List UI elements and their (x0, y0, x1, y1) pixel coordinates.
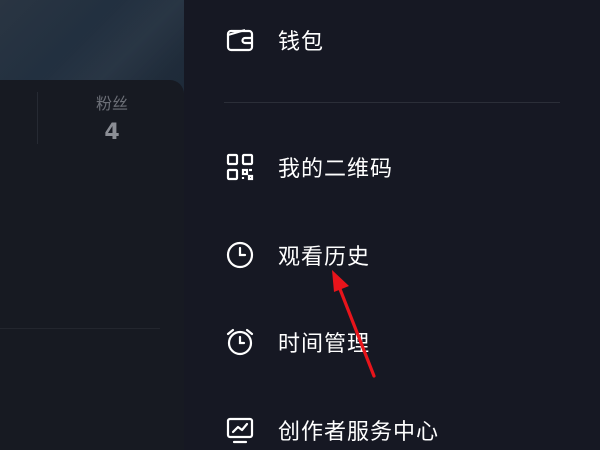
screen: 粉丝 4 钱包 我的二维码 观看历史 时间管理 创作者服务中心 (0, 0, 600, 450)
menu-item-time-management[interactable]: 时间管理 (224, 322, 584, 362)
annotation-arrow-icon (332, 270, 376, 378)
menu-label-wallet: 钱包 (278, 30, 325, 55)
profile-divider (0, 328, 160, 329)
menu-item-qrcode[interactable]: 我的二维码 (224, 147, 584, 187)
menu-item-wallet[interactable]: 钱包 (224, 20, 584, 60)
fans-label: 粉丝 (95, 94, 128, 113)
qrcode-icon (224, 151, 256, 183)
menu-item-creator-center[interactable]: 创作者服务中心 (224, 410, 584, 450)
profile-background[interactable]: 粉丝 4 (0, 0, 240, 450)
menu-item-watch-history[interactable]: 观看历史 (224, 235, 584, 275)
alarm-clock-icon (224, 326, 256, 358)
wallet-icon (224, 24, 256, 56)
menu-divider (224, 102, 560, 103)
creator-chart-icon (224, 414, 256, 446)
stat-divider (37, 92, 38, 144)
side-drawer-menu: 钱包 我的二维码 观看历史 时间管理 创作者服务中心 (184, 0, 600, 450)
menu-label-creator-center: 创作者服务中心 (278, 420, 440, 445)
clock-icon (224, 239, 256, 271)
fans-count[interactable]: 4 (88, 120, 136, 145)
menu-label-qrcode: 我的二维码 (278, 157, 394, 182)
